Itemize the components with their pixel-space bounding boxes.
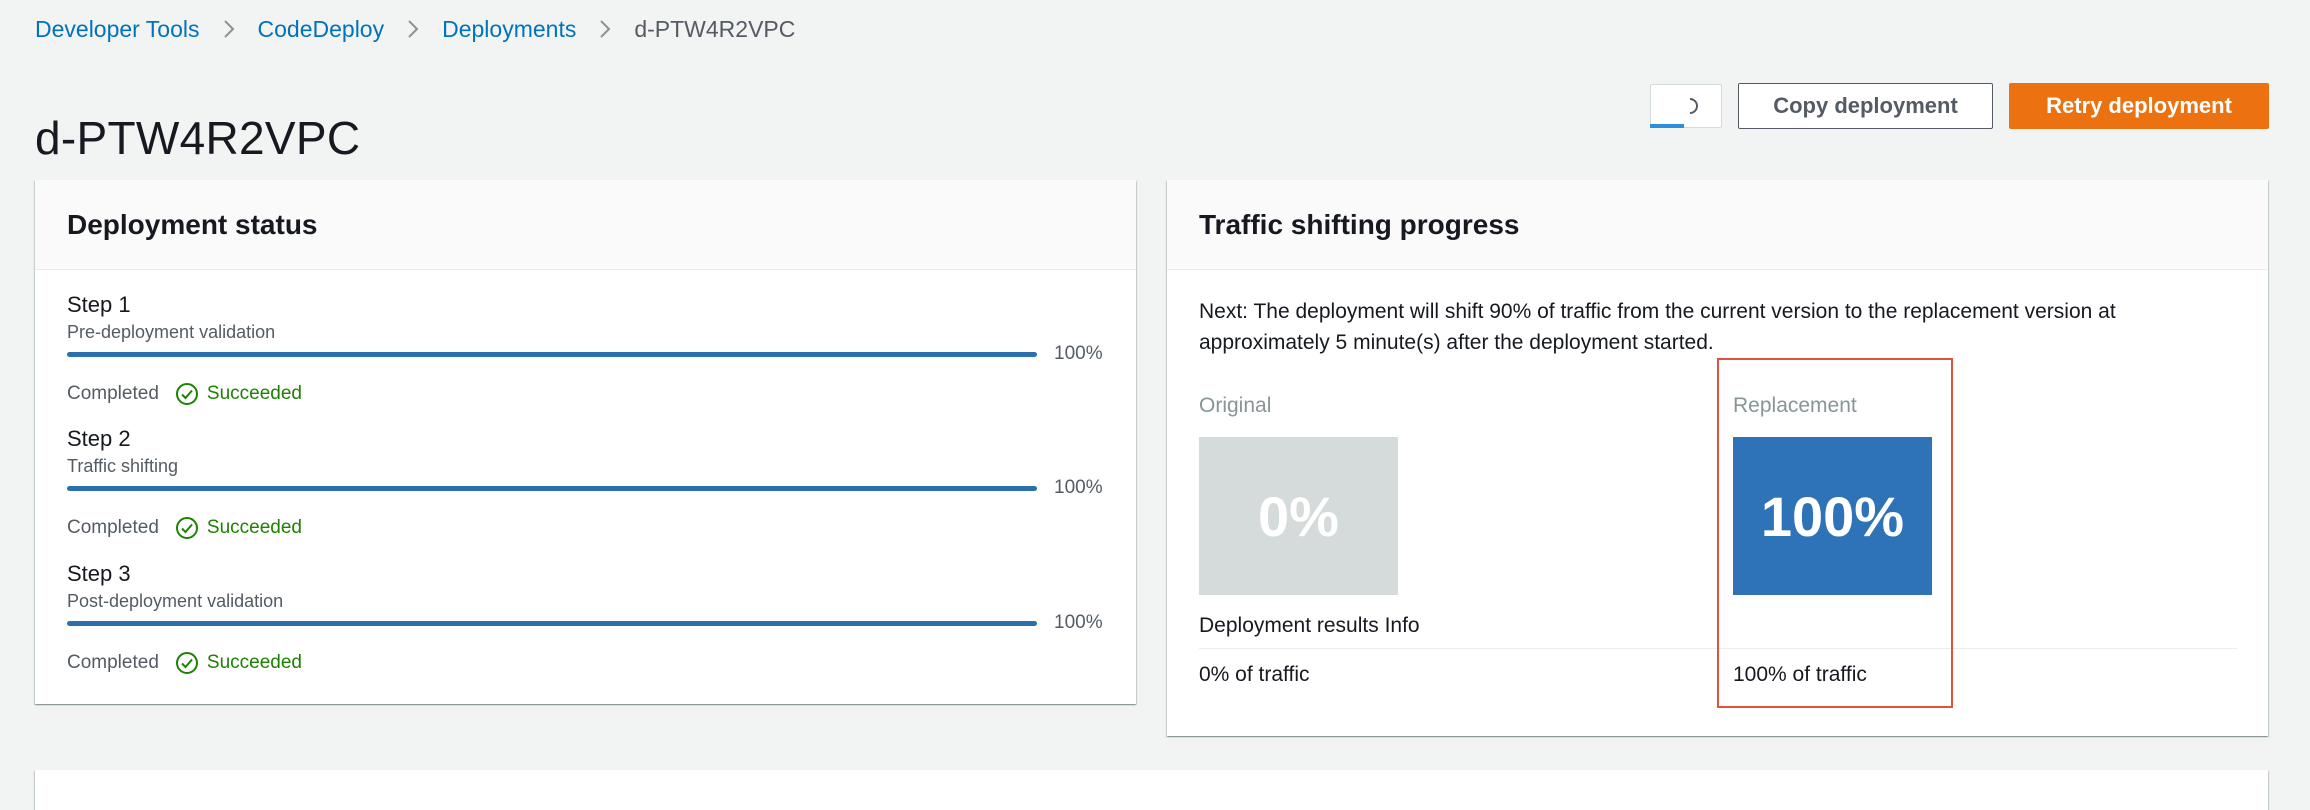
step-title: Step 2: [67, 426, 131, 451]
deployment-results-label: Deployment results Info: [1199, 614, 1420, 637]
refresh-button[interactable]: [1650, 84, 1722, 128]
step-subtitle: Post-deployment validation: [67, 591, 284, 611]
chevron-right-icon: [200, 18, 258, 40]
step-state: Completed: [67, 517, 159, 538]
chevron-right-icon: [384, 18, 442, 40]
breadcrumb-developer-tools[interactable]: Developer Tools: [35, 16, 200, 43]
divider: [1199, 648, 2237, 649]
check-circle-icon: [175, 383, 198, 405]
step-title: Step 3: [67, 561, 131, 586]
step-title: Step 1: [67, 292, 131, 317]
step-progress-value: 100%: [1054, 612, 1103, 633]
step-progress-value: 100%: [1054, 477, 1103, 498]
original-traffic-value: 0% of traffic: [1199, 663, 1310, 686]
breadcrumb: Developer Tools CodeDeploy Deployments d…: [35, 14, 795, 44]
step-progress-bar: [67, 352, 1037, 357]
spinner-icon: [1689, 98, 1698, 114]
next-step-text: Next: The deployment will shift 90% of t…: [1199, 300, 2116, 354]
step-result: Succeeded: [206, 383, 302, 404]
step-status: Completed Succeeded: [67, 514, 302, 542]
step-subtitle: Traffic shifting: [67, 456, 179, 476]
page-title: d-PTW4R2VPC: [35, 111, 361, 164]
step-result: Succeeded: [206, 517, 302, 538]
replacement-percent-box: 100%: [1733, 437, 1932, 595]
replacement-label: Replacement: [1733, 394, 1857, 417]
step-state: Completed: [67, 383, 159, 404]
chevron-right-icon: [576, 18, 634, 40]
check-circle-icon: [175, 652, 198, 674]
step-state: Completed: [67, 652, 159, 673]
step-status: Completed Succeeded: [67, 649, 302, 677]
check-circle-icon: [175, 517, 198, 539]
traffic-shifting-title: Traffic shifting progress: [1167, 180, 2268, 270]
retry-deployment-button[interactable]: Retry deployment: [2009, 83, 2269, 129]
deployment-status-panel: Deployment status Step 1 Pre-deployment …: [35, 180, 1136, 704]
next-panel: [35, 770, 2268, 810]
breadcrumb-codedeploy[interactable]: CodeDeploy: [258, 16, 385, 43]
copy-deployment-button[interactable]: Copy deployment: [1738, 83, 1993, 129]
traffic-shifting-panel: Traffic shifting progress Next: The depl…: [1167, 180, 2268, 736]
step-progress-bar: [67, 486, 1037, 491]
loading-indicator: [1650, 124, 1684, 128]
step-status: Completed Succeeded: [67, 380, 302, 408]
step-subtitle: Pre-deployment validation: [67, 322, 276, 342]
original-label: Original: [1199, 394, 1272, 417]
breadcrumb-deployments[interactable]: Deployments: [442, 16, 576, 43]
deployment-status-title: Deployment status: [35, 180, 1136, 270]
step-progress-value: 100%: [1054, 343, 1103, 364]
step-result: Succeeded: [206, 652, 302, 673]
step-progress-bar: [67, 621, 1037, 626]
original-percent-box: 0%: [1199, 437, 1398, 595]
breadcrumb-current: d-PTW4R2VPC: [634, 15, 796, 42]
replacement-traffic-value: 100% of traffic: [1733, 663, 1867, 686]
